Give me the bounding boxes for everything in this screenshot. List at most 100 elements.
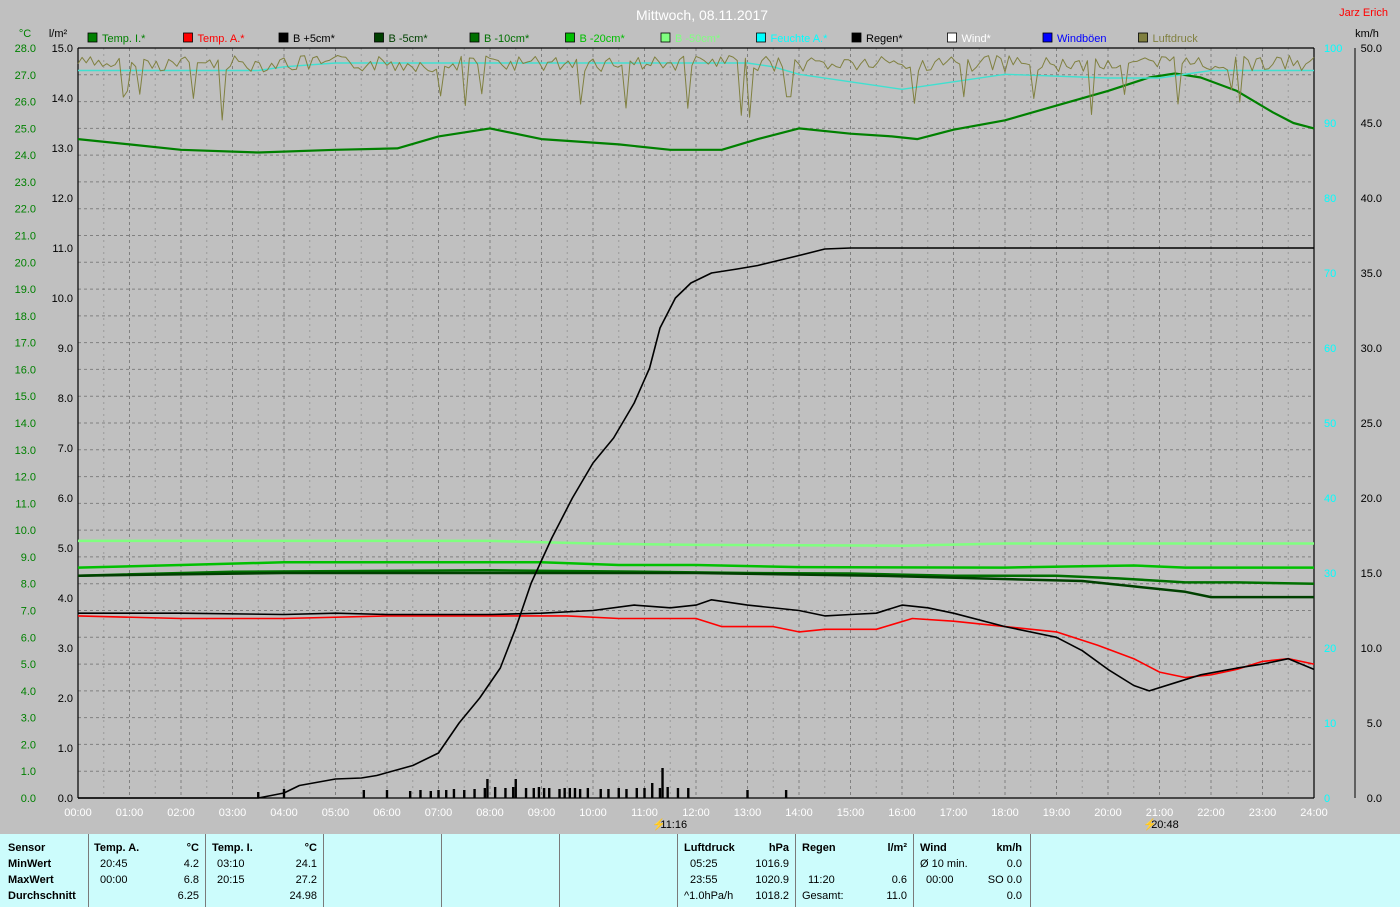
legend-swatch <box>87 32 98 43</box>
rain-max-value: 0.6 <box>891 874 907 886</box>
rain-bar <box>573 788 577 798</box>
temp-tick-label: 12.0 <box>15 472 36 484</box>
temp-tick-label: 27.0 <box>15 70 36 82</box>
rain-tick-label: 4.0 <box>58 593 73 605</box>
rain-bar <box>463 790 466 798</box>
temp-tick-label: 24.0 <box>15 150 36 162</box>
x-tick-label: 07:00 <box>425 807 453 819</box>
rain-bar <box>362 790 366 798</box>
rain-bar <box>429 791 432 798</box>
rain-bar <box>437 790 440 798</box>
rain-bar <box>542 788 546 798</box>
stats-col-pressure: Luftdruck hPa 05:25 1016.9 23:55 1020.9 … <box>677 834 796 907</box>
rain-unit: l/m² <box>887 842 907 854</box>
x-tick-label: 06:00 <box>373 807 401 819</box>
temp-a-max-value: 6.8 <box>183 874 199 886</box>
rain-unit-label: l/m² <box>49 28 68 40</box>
temp-tick-label: 13.0 <box>15 445 36 457</box>
legend-label: Windböen <box>1057 33 1107 45</box>
wind-unit-label: km/h <box>1355 28 1379 40</box>
temp-tick-label: 14.0 <box>15 418 36 430</box>
rain-bar <box>635 788 638 798</box>
legend-swatch <box>278 32 289 43</box>
x-tick-label: 22:00 <box>1197 807 1225 819</box>
temp-i-header: Temp. I. <box>212 842 253 854</box>
humidity-tick-label: 10 <box>1324 718 1336 730</box>
x-tick-label: 13:00 <box>734 807 762 819</box>
rain-header: Regen <box>802 842 836 854</box>
rain-bar <box>558 789 561 798</box>
legend-swatch <box>469 32 480 43</box>
stats-col-sensor: Sensor MinWert MaxWert Durchschnitt <box>0 834 89 907</box>
rain-bar <box>643 788 646 798</box>
temp-tick-label: 10.0 <box>15 525 36 537</box>
temp-tick-label: 17.0 <box>15 338 36 350</box>
x-tick-label: 11:00 <box>631 807 658 819</box>
temp-tick-label: 18.0 <box>15 311 36 323</box>
rain-bar <box>617 788 620 798</box>
temp-tick-label: 3.0 <box>21 713 36 725</box>
rain-tick-label: 3.0 <box>58 643 73 655</box>
temp-tick-label: 25.0 <box>15 123 36 135</box>
rain-tick-label: 10.0 <box>52 293 73 305</box>
rain-bar <box>666 787 669 798</box>
wind-tick-label: 30.0 <box>1361 343 1382 355</box>
stats-col-empty-2 <box>441 834 560 907</box>
pressure-header: Luftdruck <box>684 842 735 854</box>
legend-swatch <box>947 32 957 43</box>
rain-tick-label: 5.0 <box>58 543 73 555</box>
rain-tick-label: 15.0 <box>52 43 73 55</box>
legend-label: Temp. A.* <box>198 33 246 45</box>
temp-tick-label: 21.0 <box>15 231 36 243</box>
temp-tick-label: 20.0 <box>15 257 36 269</box>
row-label-min: MinWert <box>8 858 52 870</box>
legend-label: B -10cm* <box>484 33 530 45</box>
temp-a-average: 6.25 <box>177 890 199 902</box>
rain-bar <box>548 788 551 798</box>
rain-bar <box>473 789 476 798</box>
stats-col-temp-a: Temp. A. °C 20:45 4.2 00:00 6.8 6.25 <box>88 834 206 907</box>
legend-swatch <box>660 32 671 43</box>
x-tick-label: 15:00 <box>837 807 865 819</box>
pressure-min-time: 05:25 <box>690 858 718 870</box>
rain-total-label: Gesamt: <box>802 890 844 902</box>
temp-tick-label: 1.0 <box>21 766 36 778</box>
temp-tick-label: 22.0 <box>15 204 36 216</box>
legend-swatch <box>374 32 384 43</box>
x-tick-label: 19:00 <box>1043 807 1071 819</box>
x-tick-label: 23:00 <box>1249 807 1277 819</box>
row-label-max: MaxWert <box>8 874 54 886</box>
rain-bar <box>651 783 654 798</box>
x-tick-label: 00:00 <box>64 807 92 819</box>
temp-tick-label: 19.0 <box>15 284 36 296</box>
wind-tick-label: 10.0 <box>1361 643 1382 655</box>
x-tick-label: 24:00 <box>1300 807 1328 819</box>
rain-tick-label: 2.0 <box>58 693 73 705</box>
x-tick-label: 20:00 <box>1094 807 1122 819</box>
rain-tick-label: 12.0 <box>52 193 73 205</box>
rain-bar <box>625 789 628 798</box>
temp-a-min-time: 20:45 <box>100 858 128 870</box>
rain-bar <box>524 788 528 798</box>
temp-tick-label: 0.0 <box>21 793 36 805</box>
rain-tick-label: 1.0 <box>58 743 73 755</box>
legend-label: B +5cm* <box>293 33 336 45</box>
temp-a-min-value: 4.2 <box>183 858 199 870</box>
wind-tick-label: 25.0 <box>1361 418 1382 430</box>
rain-tick-label: 13.0 <box>52 143 73 155</box>
temp-i-max-value: 27.2 <box>295 874 317 886</box>
humidity-tick-label: 60 <box>1324 343 1336 355</box>
legend-label: B -50cm* <box>675 33 721 45</box>
temp-i-max-time: 20:15 <box>217 874 245 886</box>
temp-i-average: 24.98 <box>289 890 317 902</box>
temp-i-min-time: 03:10 <box>217 858 245 870</box>
temp-tick-label: 5.0 <box>21 659 36 671</box>
x-tick-label: 16:00 <box>888 807 916 819</box>
x-tick-label: 09:00 <box>528 807 556 819</box>
wind-unit: km/h <box>996 842 1022 854</box>
rain-tick-label: 0.0 <box>58 793 73 805</box>
legend-label: Luftdruck <box>1153 33 1199 45</box>
wind-tick-label: 40.0 <box>1361 193 1382 205</box>
rain-bar <box>658 788 662 798</box>
stats-col-empty-3 <box>559 834 678 907</box>
